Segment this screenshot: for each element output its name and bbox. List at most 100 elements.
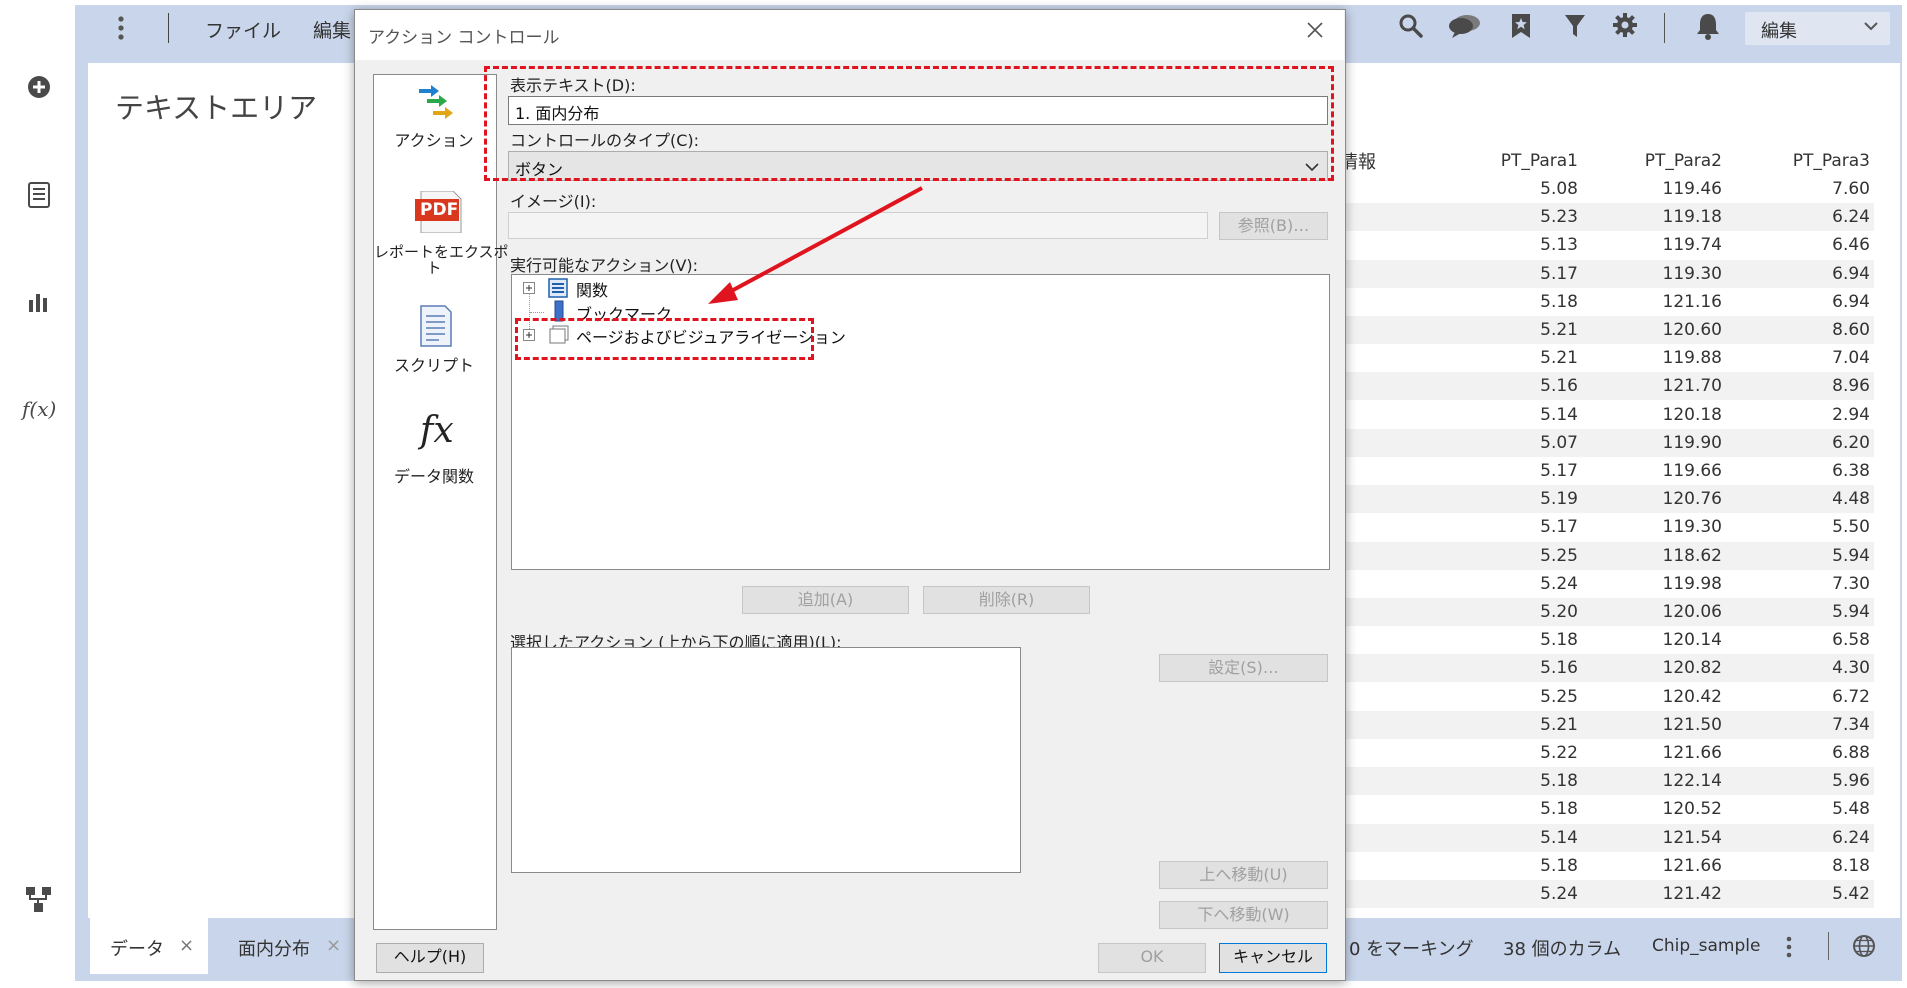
add-icon[interactable] (27, 75, 51, 99)
tab-data[interactable]: データ × (90, 918, 208, 974)
table-cell[interactable]: 121.16 (1632, 292, 1722, 312)
dataset-menu-icon[interactable] (1786, 936, 1792, 958)
category-export-report[interactable]: PDF レポートをエクスポ ト (374, 187, 509, 282)
table-cell[interactable]: 5.14 (1488, 405, 1578, 425)
table-cell[interactable]: 7.60 (1780, 179, 1870, 199)
table-cell[interactable]: 119.46 (1632, 179, 1722, 199)
table-cell[interactable]: 5.96 (1780, 771, 1870, 791)
table-cell[interactable]: 120.60 (1632, 320, 1722, 340)
table-cell[interactable]: 7.30 (1780, 574, 1870, 594)
table-cell[interactable]: 121.50 (1632, 715, 1722, 735)
table-cell[interactable]: 6.72 (1780, 687, 1870, 707)
menu-edit[interactable]: 編集 (313, 16, 351, 43)
close-icon[interactable] (1305, 20, 1325, 40)
table-cell[interactable]: 5.24 (1488, 574, 1578, 594)
table-cell[interactable]: 5.18 (1488, 771, 1578, 791)
table-cell[interactable]: 119.88 (1632, 348, 1722, 368)
category-action[interactable]: アクション (374, 75, 494, 157)
visualization-icon[interactable] (27, 290, 51, 314)
comments-icon[interactable] (1447, 13, 1483, 39)
search-icon[interactable] (1398, 13, 1424, 39)
table-cell[interactable]: 5.18 (1488, 630, 1578, 650)
table-cell[interactable]: 8.96 (1780, 376, 1870, 396)
add-button[interactable]: 追加(A) (742, 586, 909, 614)
table-cell[interactable]: 8.60 (1780, 320, 1870, 340)
table-cell[interactable]: 5.23 (1488, 207, 1578, 227)
table-cell[interactable]: 120.14 (1632, 630, 1722, 650)
menu-file[interactable]: ファイル (205, 16, 281, 43)
table-cell[interactable]: 5.20 (1488, 602, 1578, 622)
table-cell[interactable]: 119.90 (1632, 433, 1722, 453)
notification-bell-icon[interactable] (1696, 12, 1720, 40)
column-header-pt-para3[interactable]: PT_Para3 (1780, 151, 1870, 171)
table-cell[interactable]: 121.54 (1632, 828, 1722, 848)
table-cell[interactable]: 5.16 (1488, 376, 1578, 396)
table-cell[interactable]: 119.66 (1632, 461, 1722, 481)
globe-icon[interactable] (1852, 934, 1876, 958)
selected-actions-list[interactable] (511, 647, 1021, 873)
table-cell[interactable]: 4.30 (1780, 658, 1870, 678)
table-cell[interactable]: 5.18 (1488, 799, 1578, 819)
table-cell[interactable]: 5.17 (1488, 517, 1578, 537)
column-header-pt-para1[interactable]: PT_Para1 (1488, 151, 1578, 171)
cancel-button[interactable]: キャンセル (1219, 943, 1327, 973)
function-icon[interactable]: f(x) (22, 397, 56, 421)
table-cell[interactable]: 4.48 (1780, 489, 1870, 509)
help-button[interactable]: ヘルプ(H) (376, 943, 484, 973)
table-cell[interactable]: 5.18 (1488, 292, 1578, 312)
table-cell[interactable]: 5.21 (1488, 715, 1578, 735)
table-cell[interactable]: 5.21 (1488, 348, 1578, 368)
table-cell[interactable]: 2.94 (1780, 405, 1870, 425)
tab-in-plane-distribution-close-icon[interactable]: × (326, 935, 341, 956)
table-cell[interactable]: 120.42 (1632, 687, 1722, 707)
table-cell[interactable]: 120.82 (1632, 658, 1722, 678)
table-cell[interactable]: 5.18 (1488, 856, 1578, 876)
table-cell[interactable]: 119.18 (1632, 207, 1722, 227)
table-cell[interactable]: 6.88 (1780, 743, 1870, 763)
settings-button[interactable]: 設定(S)… (1159, 654, 1328, 682)
data-panel-icon[interactable] (28, 182, 50, 208)
table-cell[interactable]: 5.42 (1780, 884, 1870, 904)
table-cell[interactable]: 121.66 (1632, 856, 1722, 876)
table-cell[interactable]: 5.94 (1780, 602, 1870, 622)
more-menu-icon[interactable] (117, 15, 125, 41)
dataset-name[interactable]: Chip_sample (1652, 936, 1760, 956)
table-cell[interactable]: 6.38 (1780, 461, 1870, 481)
table-cell[interactable]: 5.25 (1488, 546, 1578, 566)
tab-in-plane-distribution[interactable]: 面内分布 × (210, 918, 350, 974)
table-cell[interactable]: 6.94 (1780, 292, 1870, 312)
table-cell[interactable]: 5.13 (1488, 235, 1578, 255)
table-cell[interactable]: 6.94 (1780, 264, 1870, 284)
bookmark-icon[interactable] (1510, 13, 1532, 39)
gear-icon[interactable] (1612, 12, 1638, 38)
table-cell[interactable]: 5.48 (1780, 799, 1870, 819)
table-cell[interactable]: 5.94 (1780, 546, 1870, 566)
table-cell[interactable]: 120.06 (1632, 602, 1722, 622)
table-cell[interactable]: 121.66 (1632, 743, 1722, 763)
category-script[interactable]: スクリプト (374, 300, 494, 380)
table-cell[interactable]: 119.30 (1632, 264, 1722, 284)
table-cell[interactable]: 119.98 (1632, 574, 1722, 594)
table-cell[interactable]: 5.17 (1488, 461, 1578, 481)
table-cell[interactable]: 8.18 (1780, 856, 1870, 876)
table-cell[interactable]: 6.24 (1780, 828, 1870, 848)
move-up-button[interactable]: 上へ移動(U) (1159, 861, 1328, 889)
table-cell[interactable]: 6.20 (1780, 433, 1870, 453)
table-cell[interactable]: 6.46 (1780, 235, 1870, 255)
filter-icon[interactable] (1564, 13, 1586, 39)
flow-icon[interactable] (26, 887, 52, 913)
table-cell[interactable]: 118.62 (1632, 546, 1722, 566)
table-cell[interactable]: 5.25 (1488, 687, 1578, 707)
table-cell[interactable]: 5.16 (1488, 658, 1578, 678)
table-cell[interactable]: 122.14 (1632, 771, 1722, 791)
column-header-pt-para2[interactable]: PT_Para2 (1632, 151, 1722, 171)
table-cell[interactable]: 5.24 (1488, 884, 1578, 904)
table-cell[interactable]: 120.52 (1632, 799, 1722, 819)
table-cell[interactable]: 121.42 (1632, 884, 1722, 904)
ok-button[interactable]: OK (1098, 943, 1206, 973)
table-cell[interactable]: 6.24 (1780, 207, 1870, 227)
table-cell[interactable]: 5.08 (1488, 179, 1578, 199)
table-cell[interactable]: 120.76 (1632, 489, 1722, 509)
table-cell[interactable]: 5.14 (1488, 828, 1578, 848)
move-down-button[interactable]: 下へ移動(W) (1159, 901, 1328, 929)
